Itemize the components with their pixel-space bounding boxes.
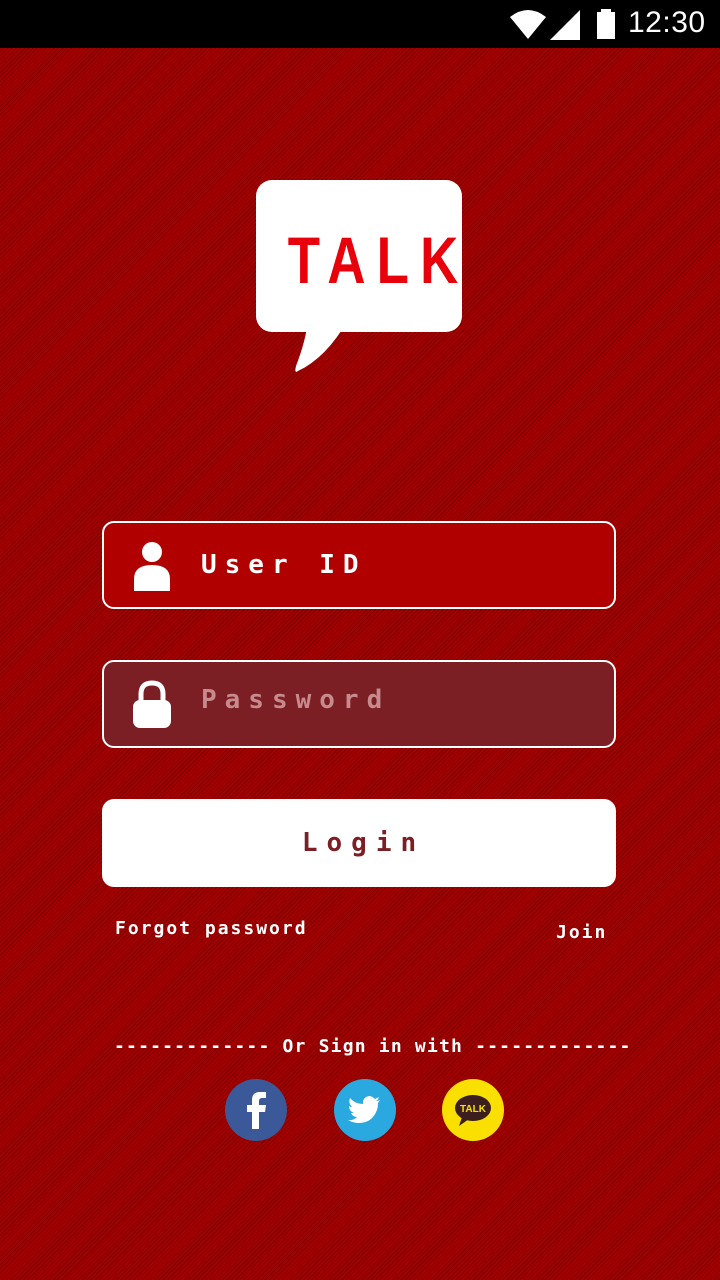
- status-bar: 12:30: [0, 0, 720, 48]
- forgot-password-link[interactable]: Forgot password: [115, 918, 308, 939]
- lock-icon: [133, 680, 171, 728]
- cell-signal-icon: [550, 10, 580, 40]
- facebook-icon: [247, 1092, 266, 1129]
- logo-text: TALK: [287, 223, 470, 297]
- svg-text:TALK: TALK: [460, 1104, 487, 1115]
- facebook-button[interactable]: [225, 1079, 287, 1141]
- app-logo: TALK: [256, 180, 464, 375]
- logo-bubble-tail: [295, 320, 348, 372]
- login-button[interactable]: Login: [102, 799, 616, 887]
- twitter-button[interactable]: [334, 1079, 396, 1141]
- user-id-placeholder: User ID: [201, 550, 367, 580]
- user-id-field[interactable]: User ID: [102, 521, 616, 609]
- join-link[interactable]: Join: [556, 922, 607, 943]
- password-field[interactable]: Password: [102, 660, 616, 748]
- user-icon: [134, 542, 170, 591]
- wifi-icon: [510, 10, 546, 39]
- clock: 12:30: [628, 6, 706, 39]
- social-divider: ------------- Or Sign in with ----------…: [114, 1036, 632, 1057]
- battery-icon: [597, 9, 615, 39]
- twitter-icon: [348, 1096, 380, 1123]
- password-placeholder: Password: [201, 685, 391, 715]
- kakaotalk-button[interactable]: TALK: [442, 1079, 504, 1141]
- kakaotalk-label: TALK: [460, 1104, 487, 1115]
